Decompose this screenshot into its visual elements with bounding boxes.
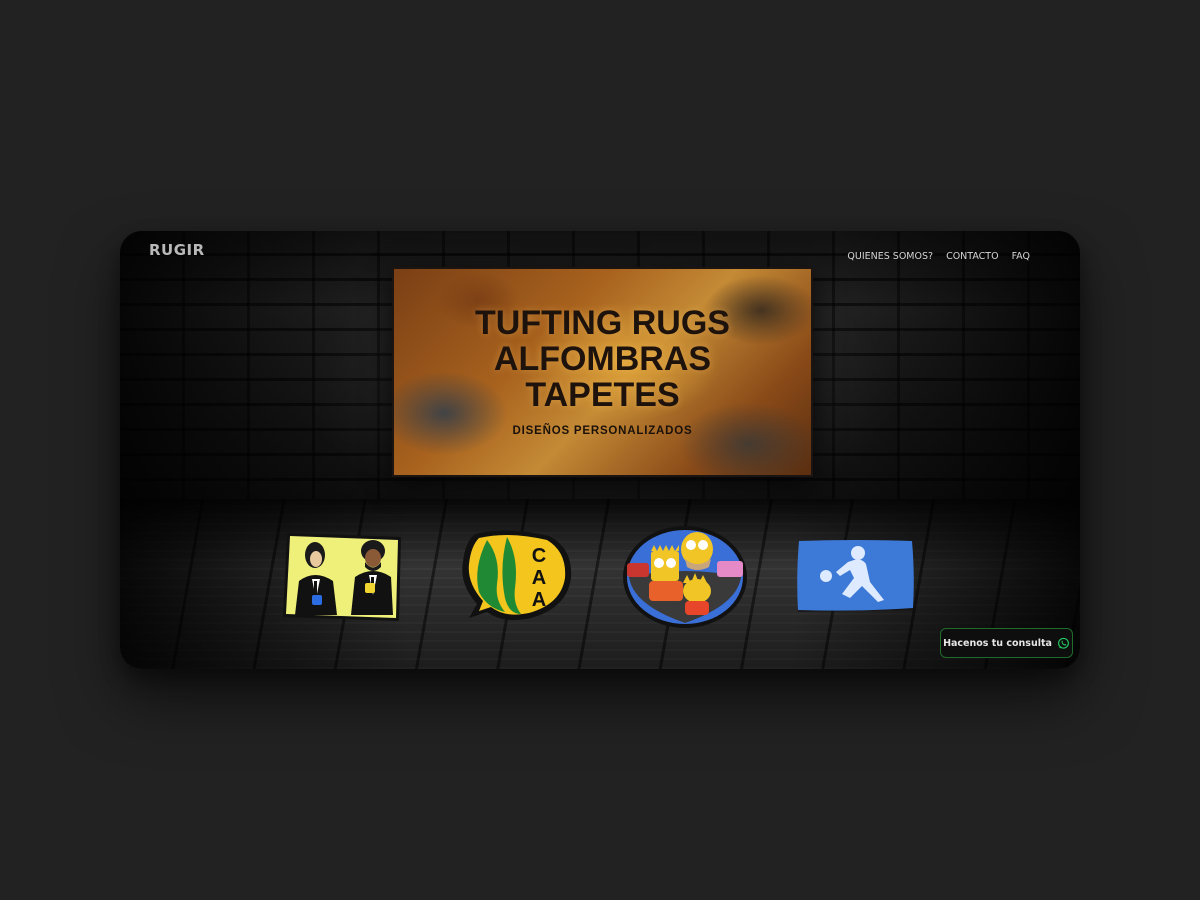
whatsapp-button-label: Hacenos tu consulta bbox=[943, 637, 1052, 649]
top-nav: QUIENES SOMOS? CONTACTO FAQ bbox=[847, 251, 1030, 262]
brand-logo[interactable]: RUGIR bbox=[149, 241, 205, 259]
hero-window: RUGIR QUIENES SOMOS? CONTACTO FAQ TUFTIN… bbox=[120, 231, 1080, 669]
whatsapp-icon bbox=[1057, 637, 1070, 650]
svg-text:A: A bbox=[532, 567, 546, 589]
hero-title-line-3: TAPETES bbox=[525, 376, 680, 414]
nav-link-quienes-somos[interactable]: QUIENES SOMOS? bbox=[847, 251, 933, 262]
pulp-fiction-rug[interactable] bbox=[281, 529, 404, 625]
soccer-player-rug[interactable] bbox=[796, 540, 916, 614]
nav-link-contacto[interactable]: CONTACTO bbox=[946, 251, 999, 262]
nav-link-faq[interactable]: FAQ bbox=[1012, 251, 1030, 262]
whatsapp-consult-button[interactable]: Hacenos tu consulta bbox=[940, 628, 1073, 658]
hero-rust-sign: TUFTING RUGS ALFOMBRAS TAPETES DISEÑOS P… bbox=[392, 267, 813, 477]
svg-text:C: C bbox=[532, 545, 546, 567]
hero-title-line-2: ALFOMBRAS bbox=[493, 340, 712, 378]
svg-text:A: A bbox=[532, 589, 546, 611]
hero-subtitle: DISEÑOS PERSONALIZADOS bbox=[512, 425, 693, 437]
simpsons-rug[interactable] bbox=[621, 525, 749, 629]
hero-title-line-1: TUFTING RUGS bbox=[475, 304, 730, 342]
caa-aldosivi-rug[interactable]: C A A bbox=[457, 528, 575, 622]
